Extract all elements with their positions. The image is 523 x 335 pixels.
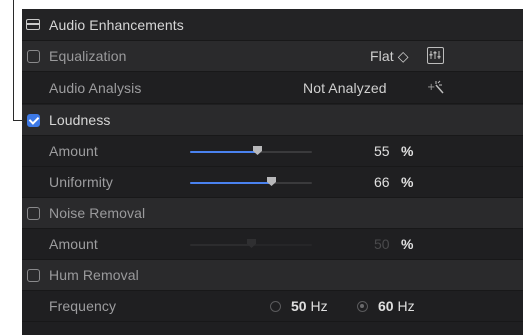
equalization-row: Equalization Flat ◇ [22, 41, 523, 72]
hum-frequency-label: Frequency [49, 298, 117, 314]
audio-enhancements-title: Audio Enhancements [49, 16, 184, 33]
magic-wand-icon[interactable]: + [427, 79, 447, 102]
noise-removal-amount-unit: % [401, 236, 414, 252]
callout-line [13, 0, 14, 121]
hum-frequency-row: Frequency 50 Hz 60 Hz [22, 291, 523, 322]
audio-enhancements-icon [26, 19, 40, 30]
equalization-label: Equalization [49, 48, 127, 64]
hum-removal-checkbox[interactable] [27, 268, 40, 282]
loudness-amount-slider-fill [190, 151, 257, 153]
svg-text:+: + [427, 82, 435, 93]
loudness-checkbox[interactable] [27, 113, 40, 127]
frequency-50-unit: Hz [310, 298, 328, 314]
noise-removal-amount-slider[interactable] [190, 239, 312, 248]
hum-removal-label: Hum Removal [49, 267, 139, 283]
noise-removal-label: Noise Removal [49, 205, 146, 221]
audio-analysis-status: Not Analyzed [303, 80, 387, 96]
loudness-label: Loudness [49, 112, 111, 128]
frequency-50-value: 50 [291, 298, 307, 314]
audio-enhancements-header: Audio Enhancements [22, 9, 523, 41]
noise-removal-checkbox[interactable] [27, 206, 40, 220]
frequency-60hz-radio[interactable] [357, 300, 368, 312]
loudness-amount-unit: % [401, 143, 414, 159]
equalization-checkbox[interactable] [27, 49, 40, 63]
noise-removal-amount-label: Amount [49, 236, 98, 252]
loudness-amount-value[interactable]: 55 [374, 143, 390, 159]
loudness-uniformity-label: Uniformity [49, 174, 114, 190]
loudness-uniformity-row: Uniformity 66 % [22, 167, 523, 198]
loudness-amount-slider-knob[interactable] [252, 145, 263, 156]
loudness-amount-row: Amount 55 % [22, 136, 523, 167]
noise-removal-row: Noise Removal [22, 198, 523, 229]
equalization-preset-popup[interactable]: Flat ◇ [370, 48, 409, 65]
frequency-60-value: 60 [378, 298, 394, 314]
loudness-amount-slider[interactable] [190, 146, 312, 155]
audio-enhancements-panel: Audio Enhancements Equalization Flat ◇ A… [22, 9, 523, 335]
loudness-row: Loudness [22, 105, 523, 136]
loudness-uniformity-unit: % [401, 174, 414, 190]
equalizer-icon[interactable] [427, 47, 444, 64]
frequency-50hz-label: 50 Hz [291, 298, 328, 314]
hum-removal-row: Hum Removal [22, 260, 523, 291]
loudness-uniformity-slider[interactable] [190, 177, 312, 186]
noise-removal-amount-value[interactable]: 50 [374, 236, 390, 252]
audio-analysis-row: Audio Analysis Not Analyzed + [22, 73, 523, 104]
loudness-amount-label: Amount [49, 143, 98, 159]
noise-removal-amount-row: Amount 50 % [22, 229, 523, 260]
frequency-60-unit: Hz [397, 298, 415, 314]
audio-analysis-label: Audio Analysis [49, 80, 142, 96]
frequency-50hz-radio[interactable] [270, 300, 281, 312]
loudness-uniformity-slider-knob[interactable] [266, 176, 277, 187]
frequency-60hz-label: 60 Hz [378, 298, 415, 314]
loudness-uniformity-slider-fill [190, 182, 271, 184]
loudness-uniformity-value[interactable]: 66 [374, 174, 390, 190]
noise-removal-amount-slider-knob[interactable] [246, 238, 257, 249]
noise-removal-amount-slider-fill [190, 244, 251, 246]
